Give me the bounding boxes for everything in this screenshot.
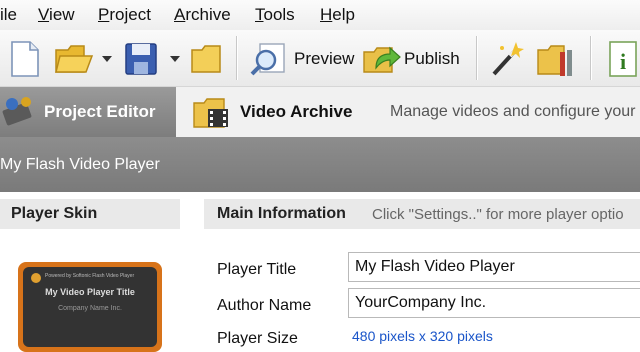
publish-label: Publish bbox=[404, 49, 460, 68]
player-title-label: Player Title bbox=[217, 261, 297, 278]
tab-video-archive-label: Video Archive bbox=[240, 102, 353, 121]
player-skin-preview[interactable]: Powered by Softonic Flash Video Player M… bbox=[18, 262, 162, 352]
magic-wand-icon[interactable] bbox=[488, 40, 524, 78]
menu-bar: ile View Project Archive Tools Help bbox=[0, 0, 640, 30]
menu-tools-label: ools bbox=[263, 5, 295, 24]
svg-text:i: i bbox=[620, 49, 626, 74]
tab-bar: Project Editor Video Archive Manage vide… bbox=[0, 87, 640, 137]
menu-project[interactable]: Project bbox=[98, 5, 151, 25]
main-information-hint: Click "Settings.." for more player optio bbox=[372, 206, 624, 223]
toolbar-separator bbox=[590, 36, 591, 80]
save-icon[interactable] bbox=[124, 42, 158, 76]
player-title-input[interactable] bbox=[348, 252, 640, 282]
toolbar-separator bbox=[476, 36, 477, 80]
new-document-icon[interactable] bbox=[8, 40, 42, 78]
menu-file[interactable]: ile bbox=[0, 5, 17, 25]
player-size-link[interactable]: 480 pixels x 320 pixels bbox=[352, 328, 493, 344]
menu-help-label: elp bbox=[332, 5, 355, 24]
tools-folder-icon[interactable] bbox=[536, 40, 576, 78]
menu-help[interactable]: Help bbox=[320, 5, 355, 25]
menu-project-label: roject bbox=[109, 5, 151, 24]
author-name-input[interactable] bbox=[348, 288, 640, 318]
tab-project-editor[interactable]: Project Editor bbox=[0, 87, 176, 137]
video-folder-icon bbox=[193, 98, 228, 128]
preview-label: Preview bbox=[294, 49, 355, 68]
folder-icon[interactable] bbox=[190, 42, 224, 76]
tab-description: Manage videos and configure your bbox=[390, 103, 636, 120]
player-skin-heading: Player Skin bbox=[11, 205, 98, 222]
skin-preview-company: Company Name Inc. bbox=[58, 305, 122, 312]
project-title-bar: My Flash Video Player bbox=[0, 137, 640, 192]
tab-video-archive[interactable]: Video Archive bbox=[176, 87, 376, 137]
author-name-label: Author Name bbox=[217, 297, 312, 314]
info-icon[interactable]: i bbox=[608, 40, 638, 78]
main-information-heading: Main Information bbox=[217, 205, 346, 222]
skin-powered-text: Powered by Softonic Flash Video Player bbox=[45, 273, 135, 279]
menu-view-accel: V bbox=[38, 5, 50, 24]
menu-tools-accel: T bbox=[255, 5, 264, 24]
open-dropdown-icon[interactable] bbox=[102, 56, 112, 62]
skin-preview-title: My Video Player Title bbox=[45, 287, 135, 297]
publish-button[interactable]: Publish bbox=[360, 34, 468, 82]
film-reel-icon bbox=[2, 97, 32, 126]
menu-archive-accel: A bbox=[174, 5, 186, 24]
menu-view[interactable]: View bbox=[38, 5, 75, 25]
skin-preview-screen: Powered by Softonic Flash Video Player M… bbox=[23, 267, 157, 347]
menu-project-accel: P bbox=[98, 5, 110, 24]
menu-file-label: ile bbox=[0, 5, 18, 24]
menu-archive-label: rchive bbox=[185, 5, 231, 24]
preview-icon bbox=[250, 43, 285, 76]
toolbar: Preview Publish i bbox=[0, 30, 640, 87]
publish-icon bbox=[363, 46, 401, 73]
project-title: My Flash Video Player bbox=[0, 156, 160, 173]
toolbar-separator bbox=[236, 36, 237, 80]
player-skin-header: Player Skin bbox=[0, 199, 180, 229]
player-size-label: Player Size bbox=[217, 330, 298, 347]
menu-tools[interactable]: Tools bbox=[255, 5, 295, 25]
save-dropdown-icon[interactable] bbox=[170, 56, 180, 62]
tab-project-editor-label: Project Editor bbox=[44, 102, 156, 121]
skin-logo-icon bbox=[31, 273, 41, 283]
main-information-header: Main Information Click "Settings.." for … bbox=[204, 199, 640, 229]
open-folder-icon[interactable] bbox=[54, 42, 94, 76]
preview-button[interactable]: Preview bbox=[244, 34, 356, 82]
menu-help-accel: H bbox=[320, 5, 333, 24]
menu-archive[interactable]: Archive bbox=[174, 5, 231, 25]
menu-view-label: iew bbox=[49, 5, 75, 24]
